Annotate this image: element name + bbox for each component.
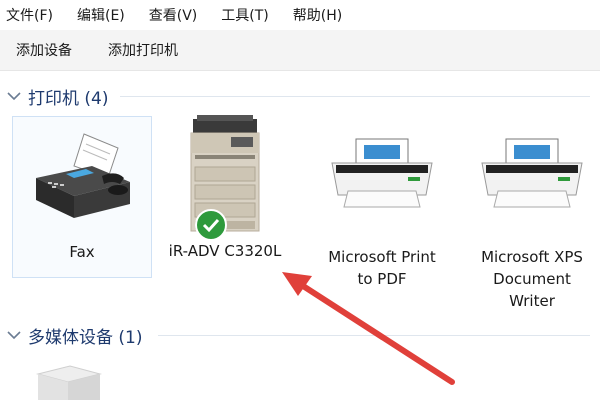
multimedia-group-header[interactable]: 多媒体设备 (1) (0, 322, 600, 348)
copier-printer-icon (150, 112, 300, 241)
multimedia-group-title: 多媒体设备 (1) (28, 327, 143, 348)
printer-icon (317, 112, 447, 238)
printers-group-title: 打印机 (4) (28, 88, 109, 109)
group-divider (158, 335, 590, 336)
chevron-down-icon (7, 331, 21, 340)
device-label: Microsoft Print to PDF (328, 248, 436, 288)
default-check-icon (195, 209, 227, 241)
printer-icon (467, 112, 597, 238)
device-ir-adv-c3320l[interactable]: iR-ADV C3320L (150, 112, 300, 312)
add-printer-button[interactable]: 添加打印机 (90, 40, 196, 60)
menu-view[interactable]: 查看(V) (141, 5, 198, 25)
media-device-icon (36, 365, 102, 400)
menu-bar: 文件(F) 编辑(E) 查看(V) 工具(T) 帮助(H) (0, 0, 600, 30)
fax-icon (17, 117, 147, 235)
command-bar: 添加设备 添加打印机 (0, 30, 600, 71)
menu-help[interactable]: 帮助(H) (285, 5, 342, 25)
add-device-button[interactable]: 添加设备 (0, 40, 90, 60)
device-label: Fax (69, 243, 95, 261)
device-microsoft-xps-document-writer[interactable]: Microsoft XPS Document Writer (464, 112, 600, 312)
menu-tools[interactable]: 工具(T) (213, 5, 268, 25)
multimedia-device[interactable] (34, 364, 104, 400)
menu-file[interactable]: 文件(F) (0, 5, 53, 25)
chevron-down-icon (7, 92, 21, 101)
group-divider (120, 96, 590, 97)
printers-group-header[interactable]: 打印机 (4) (0, 84, 600, 109)
device-label: Microsoft XPS Document Writer (481, 248, 583, 310)
device-label: iR-ADV C3320L (168, 242, 282, 260)
menu-edit[interactable]: 编辑(E) (69, 5, 125, 25)
device-microsoft-print-to-pdf[interactable]: Microsoft Print to PDF (314, 112, 450, 312)
device-fax[interactable]: Fax (12, 116, 152, 278)
